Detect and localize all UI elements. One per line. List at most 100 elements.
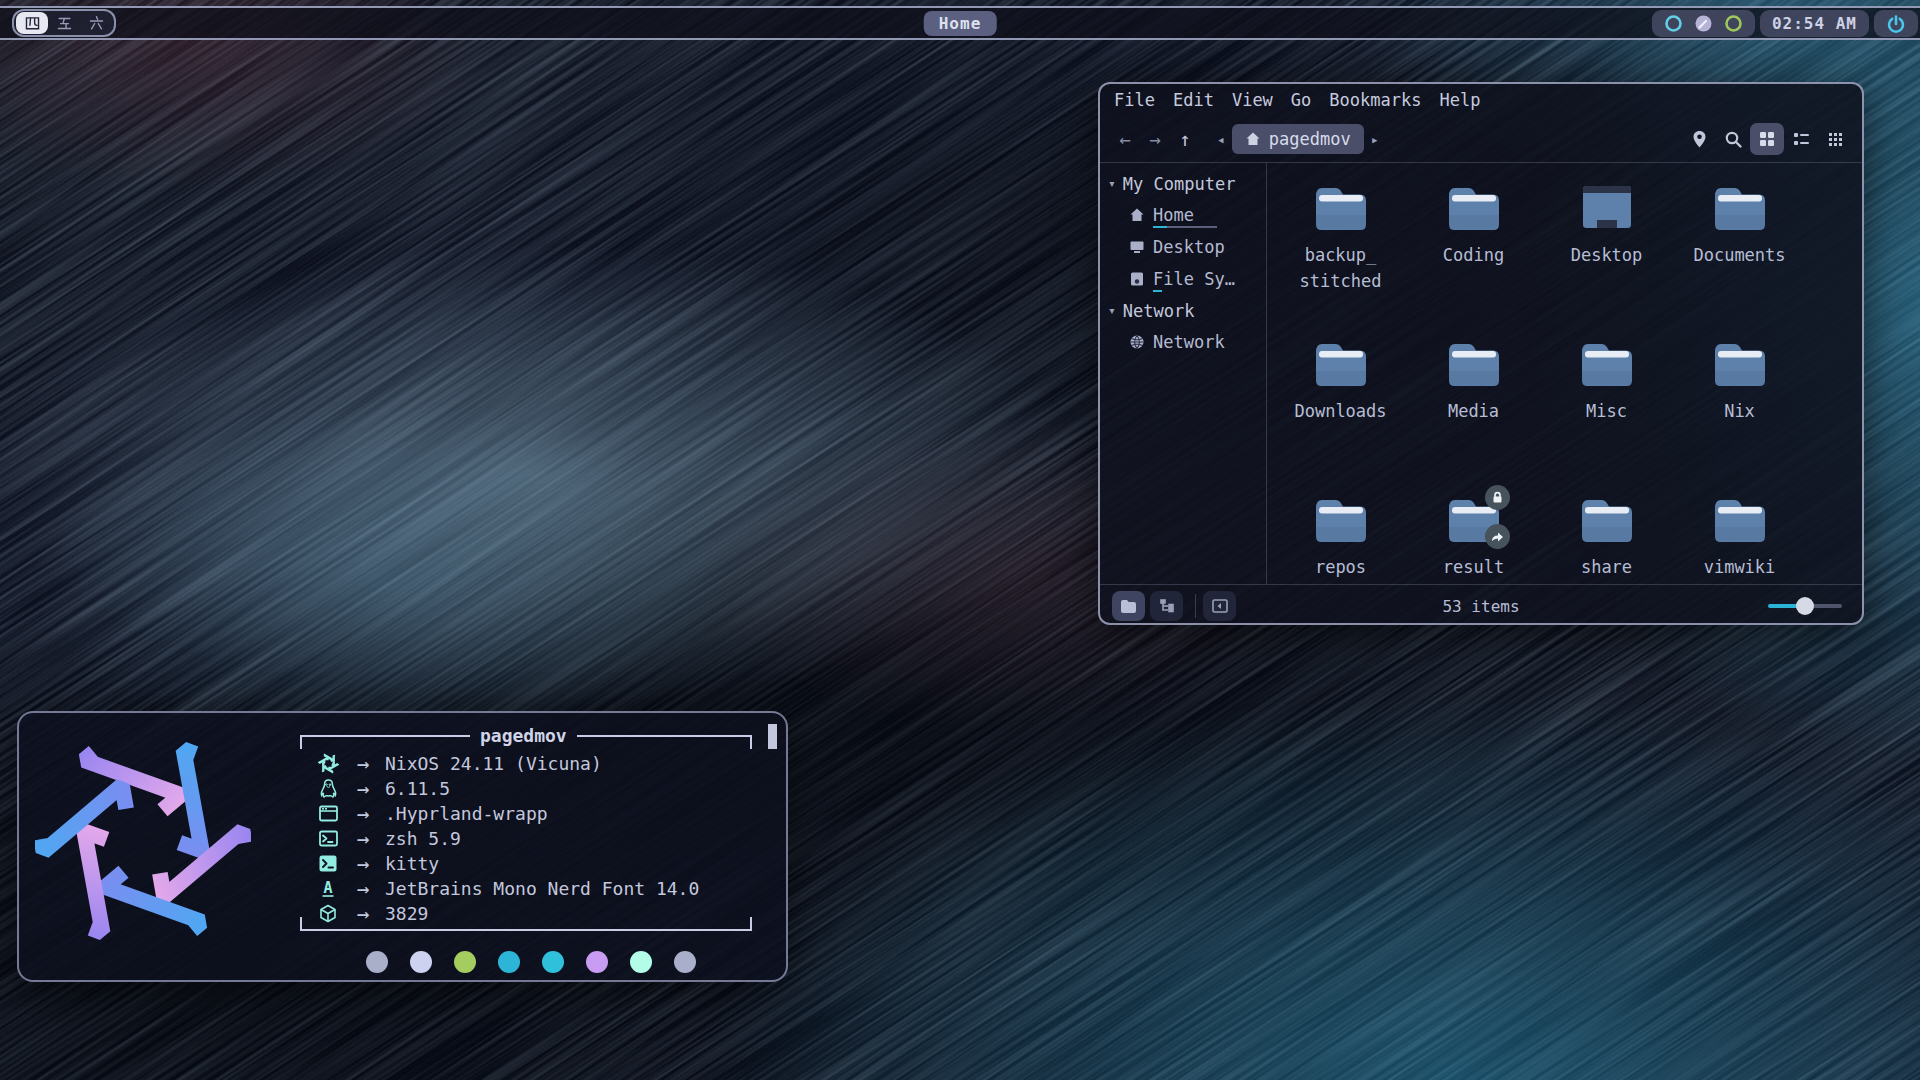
search-icon[interactable] xyxy=(1716,123,1750,155)
hide-panel-button[interactable] xyxy=(1203,591,1236,621)
fetch-value: 3829 xyxy=(385,903,428,924)
fetch-row: →zsh 5.9 xyxy=(315,826,699,851)
up-button[interactable]: ↑ xyxy=(1170,128,1200,150)
emblem-link-icon xyxy=(1485,524,1510,549)
power-icon[interactable] xyxy=(1886,14,1906,34)
arrow-icon: → xyxy=(341,802,385,826)
folder-grid: backup_stitchedCodingDesktopDocuments Dow… xyxy=(1267,163,1862,584)
icon-view-button[interactable] xyxy=(1750,123,1784,155)
arrow-icon: → xyxy=(341,877,385,901)
sidebar-item-network[interactable]: Network xyxy=(1100,326,1266,358)
back-button[interactable]: ← xyxy=(1110,128,1140,150)
folder-Documents[interactable]: Documents xyxy=(1673,183,1806,339)
folder-icon xyxy=(1580,495,1634,543)
tree-pane-button[interactable] xyxy=(1150,591,1183,621)
fetch-value: 6.11.5 xyxy=(385,778,450,799)
sidebar-item-filesy[interactable]: File Sy… xyxy=(1100,263,1266,295)
location-pin-icon[interactable] xyxy=(1682,123,1716,155)
menu-file[interactable]: File xyxy=(1114,90,1155,110)
compact-view-button[interactable] xyxy=(1818,123,1852,155)
sidebar-item-desktop[interactable]: Desktop xyxy=(1100,231,1266,263)
breadcrumb-right-chevron-icon[interactable]: ▸ xyxy=(1364,132,1386,147)
breadcrumb: ◂ pagedmov ▸ xyxy=(1210,124,1386,154)
forward-button[interactable]: → xyxy=(1140,128,1170,150)
status-bar: 53 items xyxy=(1100,585,1862,627)
workspace-hanzi-icon xyxy=(88,15,105,32)
folder-Coding[interactable]: Coding xyxy=(1407,183,1540,339)
tray-circle-cyan-icon[interactable] xyxy=(1664,14,1683,33)
fetch-row: →.Hyprland-wrapp xyxy=(315,801,699,826)
folder-icon xyxy=(1713,339,1767,387)
clock: 02:54 AM xyxy=(1772,14,1857,33)
folder-icon xyxy=(1314,183,1368,231)
top-bar: Home 02:54 AM xyxy=(0,6,1920,40)
arrow-icon: → xyxy=(341,827,385,851)
workspace-hanzi-icon xyxy=(56,15,73,32)
palette-dot xyxy=(366,951,388,973)
globe-icon xyxy=(1129,334,1145,350)
folder-icon xyxy=(1713,495,1767,543)
tray-circle-green-icon[interactable] xyxy=(1724,14,1743,33)
sidebar-item-label: Network xyxy=(1153,332,1225,352)
menu-view[interactable]: View xyxy=(1232,90,1273,110)
terminal-palette xyxy=(366,951,696,973)
shell-icon xyxy=(315,830,341,847)
palette-dot xyxy=(630,951,652,973)
menu-edit[interactable]: Edit xyxy=(1173,90,1214,110)
fetch-value: zsh 5.9 xyxy=(385,828,461,849)
folder-Media[interactable]: Media xyxy=(1407,339,1540,495)
sidebar-section-label: Network xyxy=(1123,301,1195,321)
folder-repos[interactable]: repos xyxy=(1274,495,1407,651)
folder-label: result xyxy=(1443,554,1504,580)
workspace-switcher xyxy=(12,9,116,37)
sidebar: ▾My ComputerHomeDesktopFile Sy…▾NetworkN… xyxy=(1100,163,1267,584)
folder-label: share xyxy=(1581,554,1632,580)
folder-result[interactable]: result xyxy=(1407,495,1540,651)
tray-half-circle-icon[interactable] xyxy=(1694,14,1713,33)
menu-go[interactable]: Go xyxy=(1291,90,1311,110)
fetch-value: NixOS 24.11 (Vicuna) xyxy=(385,753,602,774)
folder-backup_stitched[interactable]: backup_stitched xyxy=(1274,183,1407,339)
menu-help[interactable]: Help xyxy=(1439,90,1480,110)
folder-share[interactable]: share xyxy=(1540,495,1673,651)
fetch-row: →6.11.5 xyxy=(315,776,699,801)
workspace-button[interactable] xyxy=(16,12,48,34)
workspace-button[interactable] xyxy=(48,12,80,34)
sidebar-section-my-computer[interactable]: ▾My Computer xyxy=(1100,168,1266,199)
folder-Downloads[interactable]: Downloads xyxy=(1274,339,1407,495)
terminal-cursor xyxy=(768,724,777,749)
zoom-slider[interactable] xyxy=(1768,596,1842,616)
breadcrumb-path-tab[interactable]: pagedmov xyxy=(1232,124,1364,154)
folder-Nix[interactable]: Nix xyxy=(1673,339,1806,495)
breadcrumb-path-label: pagedmov xyxy=(1269,129,1351,149)
sidebar-item-label: File Sy… xyxy=(1153,269,1235,289)
palette-dot xyxy=(674,951,696,973)
fetch-row: →3829 xyxy=(315,901,699,926)
wm-icon xyxy=(315,805,341,822)
palette-dot xyxy=(454,951,476,973)
emblem-lock-icon xyxy=(1485,485,1510,510)
zoom-slider-thumb[interactable] xyxy=(1796,597,1814,615)
folder-Desktop[interactable]: Desktop xyxy=(1540,183,1673,339)
menu-bookmarks[interactable]: Bookmarks xyxy=(1329,90,1421,110)
sidebar-section-network[interactable]: ▾Network xyxy=(1100,295,1266,326)
palette-dot xyxy=(586,951,608,973)
menu-bar: File Edit View Go Bookmarks Help xyxy=(1100,84,1862,116)
items-count: 53 items xyxy=(1442,597,1519,616)
arrow-icon: → xyxy=(341,752,385,776)
workspace-button[interactable] xyxy=(80,12,112,34)
terminal-window: pagedmov →NixOS 24.11 (Vicuna)→6.11.5→.H… xyxy=(17,711,788,982)
power-module xyxy=(1874,10,1918,37)
sidebar-item-home[interactable]: Home xyxy=(1100,199,1266,231)
nix-icon xyxy=(315,753,341,774)
arrow-icon: → xyxy=(341,852,385,876)
places-pane-button[interactable] xyxy=(1112,591,1145,621)
list-view-button[interactable] xyxy=(1784,123,1818,155)
arrow-icon: → xyxy=(341,777,385,801)
folder-Misc[interactable]: Misc xyxy=(1540,339,1673,495)
folder-vimwiki[interactable]: vimwiki xyxy=(1673,495,1806,651)
fetch-value: JetBrains Mono Nerd Font 14.0 xyxy=(385,878,699,899)
breadcrumb-left-chevron-icon[interactable]: ◂ xyxy=(1210,132,1232,147)
desktop-icon xyxy=(1129,239,1145,255)
palette-dot xyxy=(498,951,520,973)
